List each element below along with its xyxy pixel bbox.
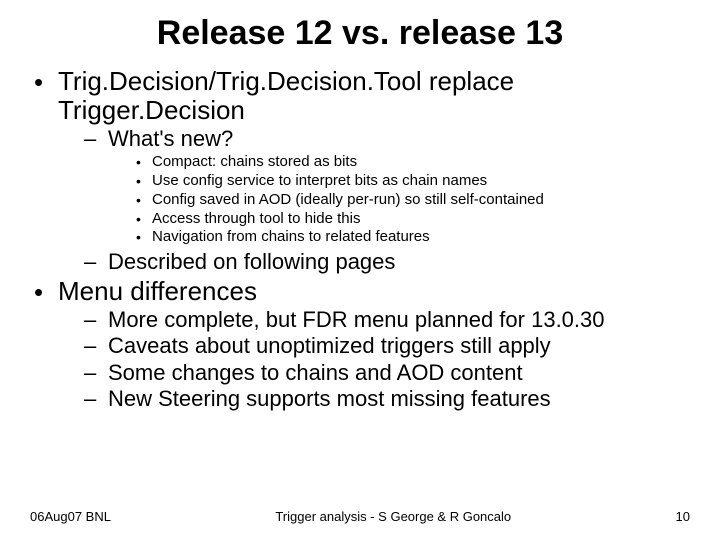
bullet-text: Access through tool to hide this	[152, 210, 360, 227]
slide: Release 12 vs. release 13 Trig.Decision/…	[0, 0, 720, 540]
bullet-text: Menu differences	[58, 277, 690, 306]
footer-date: 06Aug07 BNL	[30, 509, 111, 524]
bullet-l2: Described on following pages	[84, 249, 690, 274]
bullet-l3: Use config service to interpret bits as …	[136, 172, 690, 191]
bullet-text: Caveats about unoptimized triggers still…	[108, 333, 690, 358]
bullet-text: Config saved in AOD (ideally per-run) so…	[152, 191, 544, 208]
bullet-l1: Menu differences More complete, but FDR …	[30, 277, 690, 412]
slide-footer: 06Aug07 BNL Trigger analysis - S George …	[0, 509, 720, 524]
bullet-list-l3: Compact: chains stored as bits Use confi…	[108, 153, 690, 247]
bullet-text: New Steering supports most missing featu…	[108, 386, 690, 411]
bullet-text: Some changes to chains and AOD content	[108, 360, 690, 385]
footer-page-number: 10	[676, 509, 690, 524]
bullet-text: Trig.Decision/Trig.Decision.Tool replace…	[58, 67, 690, 124]
bullet-l2: New Steering supports most missing featu…	[84, 386, 690, 411]
bullet-l3: Compact: chains stored as bits	[136, 153, 690, 172]
bullet-text: Compact: chains stored as bits	[152, 153, 357, 170]
bullet-l3: Access through tool to hide this	[136, 210, 690, 229]
bullet-text: Navigation from chains to related featur…	[152, 228, 430, 245]
bullet-l2: Some changes to chains and AOD content	[84, 360, 690, 385]
bullet-l1: Trig.Decision/Trig.Decision.Tool replace…	[30, 67, 690, 275]
bullet-l3: Navigation from chains to related featur…	[136, 228, 690, 247]
bullet-text: Use config service to interpret bits as …	[152, 172, 487, 189]
bullet-l2: Caveats about unoptimized triggers still…	[84, 333, 690, 358]
slide-title: Release 12 vs. release 13	[30, 14, 690, 53]
footer-center: Trigger analysis - S George & R Goncalo	[275, 509, 511, 524]
bullet-text: What's new?	[108, 126, 690, 151]
bullet-l2: What's new? Compact: chains stored as bi…	[84, 126, 690, 247]
bullet-l2: More complete, but FDR menu planned for …	[84, 307, 690, 332]
bullet-l3: Config saved in AOD (ideally per-run) so…	[136, 191, 690, 210]
bullet-list-l2: What's new? Compact: chains stored as bi…	[58, 126, 690, 274]
bullet-text: More complete, but FDR menu planned for …	[108, 307, 690, 332]
bullet-text: Described on following pages	[108, 249, 690, 274]
bullet-list-l2: More complete, but FDR menu planned for …	[58, 307, 690, 411]
bullet-list-l1: Trig.Decision/Trig.Decision.Tool replace…	[30, 67, 690, 411]
